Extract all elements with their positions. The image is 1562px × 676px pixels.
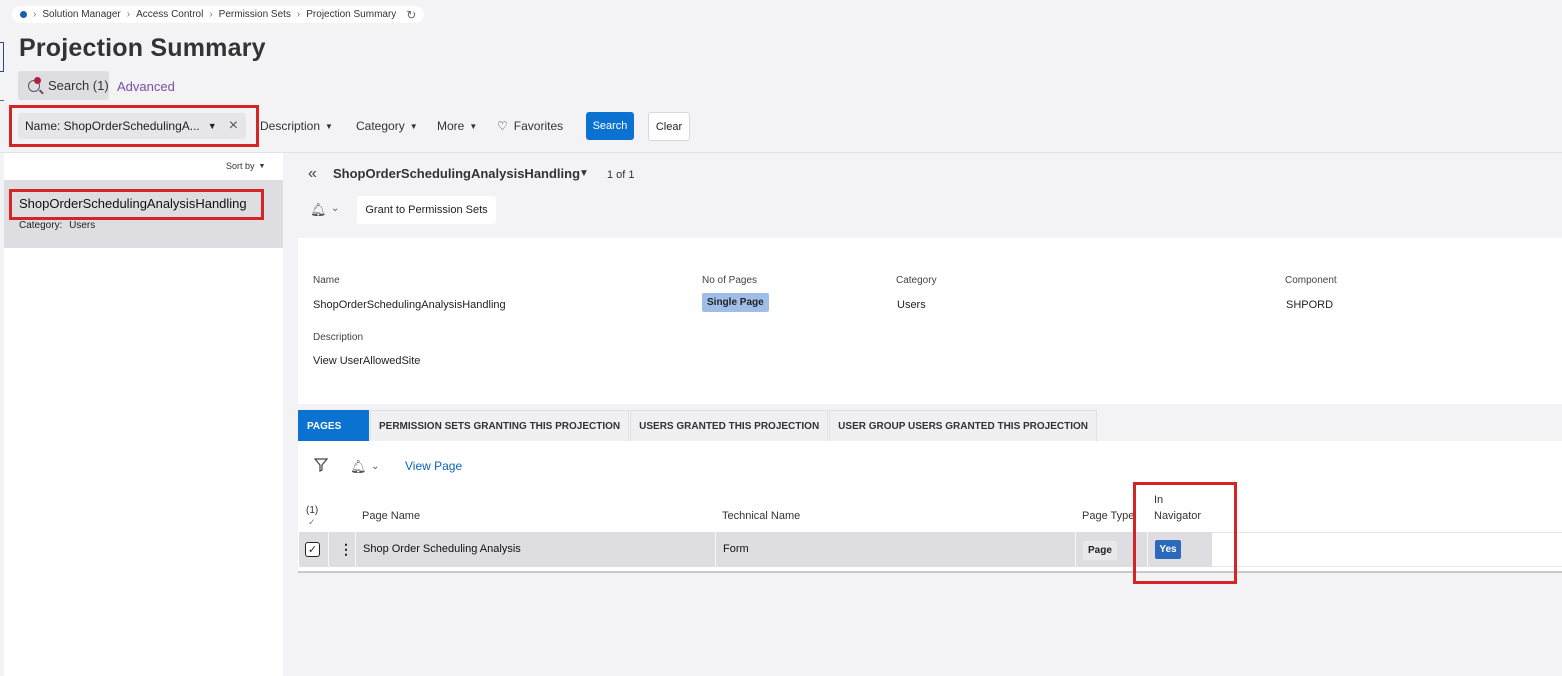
column-header-page-type[interactable]: Page Type [1082,510,1134,522]
search-tab[interactable]: Search (1) [18,71,109,100]
cell-technical-name: Form [723,543,749,555]
breadcrumb-item[interactable]: Access Control [136,9,203,20]
list-item-category: Category: Users [19,220,95,231]
chevron-right-icon: › [126,9,131,20]
view-page-link[interactable]: View Page [405,459,462,473]
name-label: Name [313,275,340,286]
caret-down-icon[interactable]: ▼ [579,168,589,179]
refresh-icon[interactable]: ↻ [406,8,416,22]
advanced-search-link[interactable]: Advanced [117,79,175,94]
cell-divider [355,532,356,567]
clear-button[interactable]: Clear [648,112,690,141]
list-item-category-value: Users [69,220,96,231]
highlight-box-in-navigator [1133,482,1237,584]
more-filter-dropdown[interactable]: More ▼ [437,119,477,133]
home-icon[interactable] [20,11,27,18]
list-item-category-label: Category: [19,220,63,231]
sort-by-button[interactable]: Sort by ▼ [220,157,272,175]
filter-icon[interactable] [313,458,329,475]
tabs-bar: PAGES PERMISSION SETS GRANTING THIS PROJ… [298,410,1098,441]
tab-permission-sets-granting[interactable]: PERMISSION SETS GRANTING THIS PROJECTION [370,410,630,441]
page-title: Projection Summary [19,34,266,62]
column-header-technical-name[interactable]: Technical Name [722,510,800,522]
cell-divider [1075,532,1076,567]
bell-icon[interactable]: 🔔︎ [350,459,367,475]
tab-pages[interactable]: PAGES [298,410,369,441]
name-value: ShopOrderSchedulingAnalysisHandling [313,299,506,311]
more-vertical-icon[interactable]: ⋮ [339,541,353,558]
caret-down-icon: ▼ [469,121,478,131]
tab-users-granted[interactable]: USERS GRANTED THIS PROJECTION [630,410,829,441]
record-counter: 1 of 1 [607,169,635,181]
chevron-right-icon: › [209,9,213,20]
description-label: Description [313,332,364,343]
category-value: Users [897,299,926,311]
breadcrumb-item[interactable]: Solution Manager [42,9,120,20]
category-label: Category [896,275,937,286]
caret-down-icon: ▼ [409,121,418,131]
chevron-down-icon[interactable]: ⌄ [371,461,379,472]
chevron-down-icon[interactable]: ⌄ [331,203,339,214]
tab-user-group-users-granted[interactable]: USER GROUP USERS GRANTED THIS PROJECTION [829,410,1098,441]
detail-card [298,238,1562,404]
highlight-box-filter [9,105,259,147]
category-filter-label: Category [356,119,405,133]
heart-icon: ♡ [497,119,508,133]
caret-down-icon: ▼ [258,162,266,170]
highlight-box-list-item [9,189,264,220]
category-filter-dropdown[interactable]: Category ▼ [356,119,418,133]
cell-divider [715,532,716,567]
row-checkbox[interactable]: ✓ [305,542,320,557]
component-label: Component [1285,275,1337,286]
breadcrumb-item-current: Projection Summary [306,9,397,20]
more-filter-label: More [437,119,465,133]
page-type-badge: Page [1083,541,1117,560]
bell-icon[interactable]: 🔔︎ [310,202,327,218]
table-row-empty-area [1212,532,1562,567]
breadcrumb: › Solution Manager › Access Control › Pe… [12,6,425,23]
double-chevron-left-icon[interactable]: « [308,165,317,183]
window-edge-fragment [0,42,4,72]
column-header-page-name[interactable]: Page Name [362,510,420,522]
detail-title: ShopOrderSchedulingAnalysisHandling [333,166,581,181]
pages-label: No of Pages [702,275,758,286]
select-all-check-icon[interactable]: ✓ [308,517,316,528]
description-value: View UserAllowedSite [313,355,421,367]
active-filter-indicator [34,77,41,84]
selection-count: (1) [306,505,319,516]
cell-page-name: Shop Order Scheduling Analysis [363,543,521,555]
caret-down-icon: ▼ [325,121,333,131]
component-value: SHPORD [1286,299,1334,311]
chevron-right-icon: › [296,9,301,20]
search-tab-label: Search (1) [48,78,109,93]
grant-to-permission-sets-button[interactable]: Grant to Permission Sets [357,196,496,224]
chevron-right-icon: › [33,9,37,20]
breadcrumb-item[interactable]: Permission Sets [219,9,291,20]
description-filter-label: Description [260,119,321,133]
cell-divider [328,532,329,567]
description-filter-dropdown[interactable]: Description ▼ [260,119,333,133]
pages-badge: Single Page [702,293,769,312]
sort-by-label: Sort by [226,161,255,171]
window-edge-line [0,100,4,148]
favorites-label: Favorites [513,119,564,133]
favorites-button[interactable]: ♡ Favorites [497,119,563,133]
search-button[interactable]: Search [586,112,634,140]
